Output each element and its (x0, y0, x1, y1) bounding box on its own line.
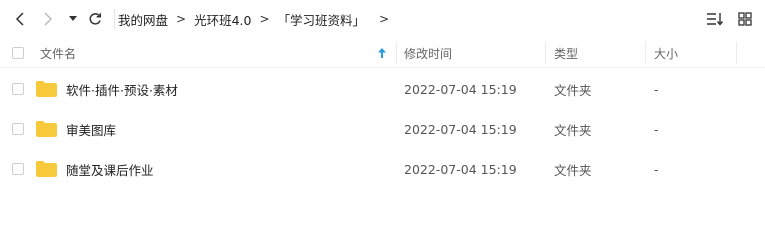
column-divider[interactable] (645, 42, 646, 64)
table-row[interactable]: 随堂及课后作业 2022-07-04 15:19 文件夹 - (0, 149, 765, 189)
column-header-name[interactable]: 文件名 (40, 38, 76, 68)
file-size: - (654, 161, 659, 177)
breadcrumb-item-class[interactable]: 光环班4.0 (194, 10, 251, 29)
file-type: 文件夹 (554, 162, 592, 178)
table-header: 文件名 修改时间 类型 大小 (0, 38, 765, 68)
sort-menu-button[interactable] (705, 9, 725, 29)
view-controls (705, 9, 755, 29)
folder-icon (36, 121, 57, 137)
table-row[interactable]: 软件·插件·预设·素材 2022-07-04 15:19 文件夹 - (0, 69, 765, 109)
file-type: 文件夹 (554, 82, 592, 98)
row-checkbox[interactable] (12, 123, 24, 135)
toolbar: 我的网盘 > 光环班4.0 > 「学习班资料」 > (0, 0, 765, 38)
toolbar-divider (114, 9, 115, 29)
column-header-size[interactable]: 大小 (654, 38, 678, 68)
file-size: - (654, 121, 659, 137)
column-header-modified[interactable]: 修改时间 (404, 38, 452, 68)
grid-view-button[interactable] (735, 9, 755, 29)
breadcrumb-separator: > (176, 12, 187, 26)
row-checkbox[interactable] (12, 163, 24, 175)
select-all-checkbox[interactable] (12, 47, 24, 59)
modified-time: 2022-07-04 15:19 (404, 161, 517, 177)
file-name[interactable]: 随堂及课后作业 (66, 149, 154, 189)
breadcrumb-expand-chevron[interactable]: > (379, 12, 389, 26)
caret-down-icon (69, 16, 77, 21)
folder-icon (36, 161, 57, 177)
breadcrumb-item-my-drive[interactable]: 我的网盘 (118, 10, 168, 29)
table-row[interactable]: 审美图库 2022-07-04 15:19 文件夹 - (0, 109, 765, 149)
breadcrumb: 我的网盘 > 光环班4.0 > 「学习班资料」 > (118, 10, 397, 29)
grid-icon (738, 12, 752, 26)
column-header-type[interactable]: 类型 (554, 38, 578, 68)
forward-button[interactable] (36, 8, 58, 30)
folder-icon (36, 81, 57, 97)
file-name[interactable]: 审美图库 (66, 109, 116, 149)
chevron-right-icon (44, 12, 53, 26)
column-divider[interactable] (545, 42, 546, 64)
column-divider[interactable] (396, 42, 397, 64)
breadcrumb-separator: > (259, 12, 270, 26)
refresh-button[interactable] (84, 8, 106, 30)
refresh-icon (89, 13, 102, 25)
chevron-left-icon (15, 12, 24, 26)
modified-time: 2022-07-04 15:19 (404, 81, 517, 97)
file-type: 文件夹 (554, 122, 592, 138)
modified-time: 2022-07-04 15:19 (404, 121, 517, 137)
column-divider[interactable] (736, 42, 737, 64)
breadcrumb-item-current[interactable]: 「学习班资料」 (278, 10, 366, 29)
sort-arrow-up-icon[interactable] (378, 38, 386, 68)
sort-list-icon (707, 13, 724, 26)
file-size: - (654, 81, 659, 97)
file-name[interactable]: 软件·插件·预设·素材 (66, 69, 178, 109)
row-checkbox[interactable] (12, 83, 24, 95)
history-dropdown-button[interactable] (62, 8, 84, 30)
back-button[interactable] (10, 8, 32, 30)
